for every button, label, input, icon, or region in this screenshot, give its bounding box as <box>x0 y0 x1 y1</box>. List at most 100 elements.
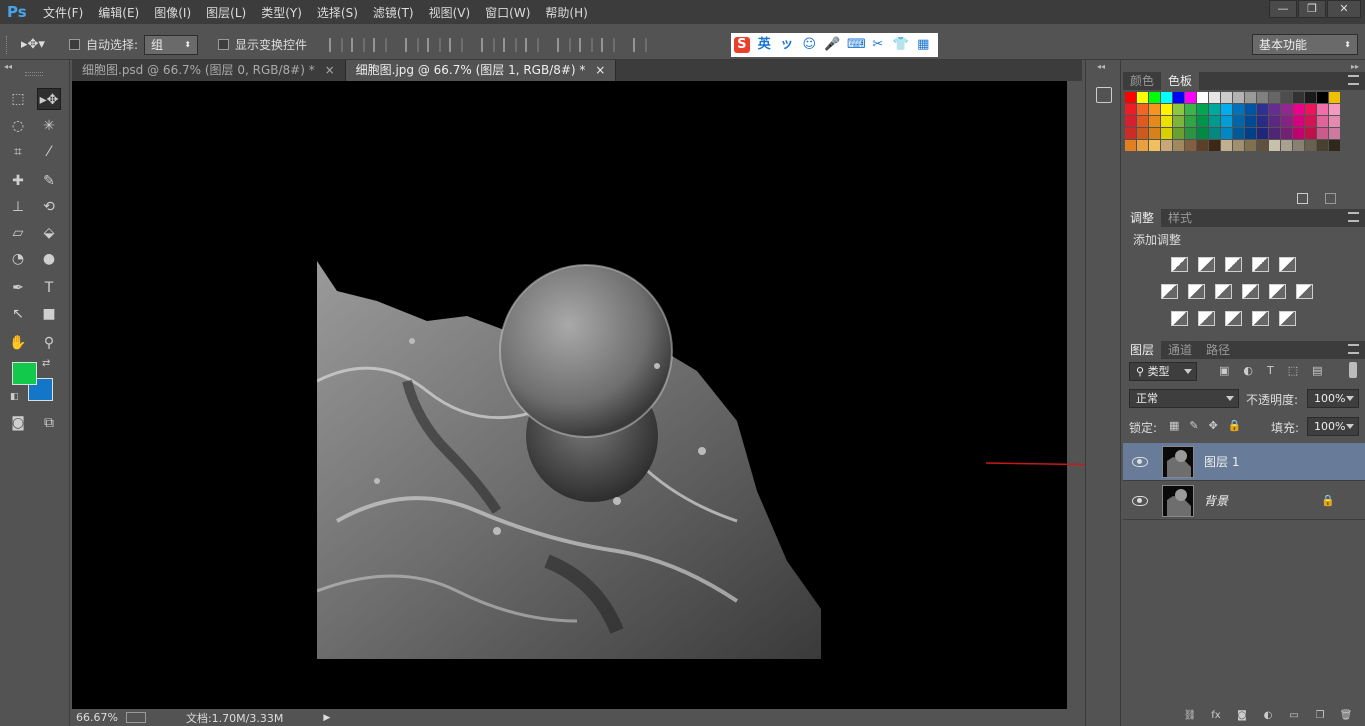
menu-window[interactable]: 窗口(W) <box>485 4 530 21</box>
swatch[interactable] <box>1173 128 1184 139</box>
clone-stamp-tool-icon[interactable]: ⊥ <box>6 196 30 218</box>
link-layers-icon[interactable]: ⛓ <box>1183 710 1197 722</box>
keyboard-icon[interactable]: ⌨ <box>847 37 866 53</box>
swatch[interactable] <box>1245 140 1256 151</box>
swatch[interactable] <box>1125 92 1136 103</box>
move-tool-preset-icon[interactable]: ▸✥▾ <box>21 37 53 52</box>
swatch[interactable] <box>1173 116 1184 127</box>
swatch[interactable] <box>1125 116 1136 127</box>
swatch[interactable] <box>1305 140 1316 151</box>
new-group-icon[interactable]: ▭ <box>1287 710 1301 722</box>
auto-select-checkbox[interactable] <box>69 39 80 50</box>
move-tool-icon[interactable]: ▸✥ <box>37 88 61 110</box>
swatch[interactable] <box>1125 104 1136 115</box>
tools-icon[interactable]: ✂ <box>870 37 886 53</box>
swatch[interactable] <box>1185 92 1196 103</box>
paint-bucket-tool-icon[interactable]: ⬙ <box>37 222 61 244</box>
menu-layer[interactable]: 图层(L) <box>206 4 246 21</box>
swatch[interactable] <box>1137 104 1148 115</box>
selective-color-icon[interactable] <box>1252 311 1269 326</box>
menu-edit[interactable]: 编辑(E) <box>98 4 139 21</box>
tab-channels[interactable]: 通道 <box>1161 341 1199 359</box>
blend-mode-dropdown[interactable]: 正常 <box>1129 389 1239 408</box>
swatch[interactable] <box>1221 128 1232 139</box>
swatch[interactable] <box>1125 140 1136 151</box>
swatch[interactable] <box>1317 92 1328 103</box>
swatch[interactable] <box>1149 116 1160 127</box>
close-button[interactable]: ✕ <box>1327 0 1361 18</box>
swatch[interactable] <box>1173 104 1184 115</box>
tab-layers[interactable]: 图层 <box>1123 341 1162 359</box>
status-preview-icon[interactable] <box>125 712 146 723</box>
swatch[interactable] <box>1269 128 1280 139</box>
swatch[interactable] <box>1233 140 1244 151</box>
crop-tool-icon[interactable]: ⌗ <box>6 141 30 163</box>
swatch[interactable] <box>1149 140 1160 151</box>
panel-menu-icon[interactable] <box>1348 344 1359 354</box>
healing-brush-tool-icon[interactable]: ✚ <box>6 170 30 192</box>
tools-collapse-icon[interactable]: ◂◂ <box>4 62 12 71</box>
swatch[interactable] <box>1257 92 1268 103</box>
eyedropper-tool-icon[interactable]: ⁄ <box>37 141 61 163</box>
threshold-icon[interactable] <box>1225 311 1242 326</box>
swatch[interactable] <box>1137 92 1148 103</box>
swatch[interactable] <box>1293 140 1304 151</box>
swatch[interactable] <box>1161 140 1172 151</box>
dodge-tool-icon[interactable]: ● <box>37 248 61 270</box>
swatch[interactable] <box>1173 140 1184 151</box>
swatch[interactable] <box>1233 104 1244 115</box>
tab-color[interactable]: 颜色 <box>1123 72 1161 90</box>
swatch[interactable] <box>1197 128 1208 139</box>
zoom-tool-icon[interactable]: ⚲ <box>37 332 61 354</box>
emoji-icon[interactable]: ☺ <box>802 37 818 53</box>
distribute-bottom-icon[interactable] <box>525 37 540 52</box>
layer-style-icon[interactable]: fx <box>1209 710 1223 722</box>
align-hcenter-icon[interactable] <box>427 37 442 52</box>
align-right-icon[interactable] <box>449 37 464 52</box>
swatch[interactable] <box>1269 140 1280 151</box>
swatch[interactable] <box>1305 92 1316 103</box>
swatch[interactable] <box>1257 104 1268 115</box>
restore-button[interactable]: ❐ <box>1298 0 1326 18</box>
swatch[interactable] <box>1305 128 1316 139</box>
lock-pixels-icon[interactable]: ✎ <box>1189 419 1198 432</box>
options-bar-grip[interactable] <box>6 35 9 54</box>
align-vcenter-icon[interactable] <box>351 37 366 52</box>
close-icon[interactable]: × <box>325 63 335 77</box>
swatch[interactable] <box>1269 116 1280 127</box>
swatch[interactable] <box>1233 116 1244 127</box>
visibility-eye-icon[interactable] <box>1132 495 1148 506</box>
swatch[interactable] <box>1317 104 1328 115</box>
swatch[interactable] <box>1257 140 1268 151</box>
microphone-icon[interactable]: 🎤 <box>824 37 840 53</box>
swatch[interactable] <box>1173 92 1184 103</box>
filter-shape-icon[interactable]: ⬚ <box>1288 364 1298 377</box>
swatch[interactable] <box>1209 116 1220 127</box>
auto-select-dropdown[interactable]: 组 ⬍ <box>144 34 199 55</box>
quick-mask-icon[interactable]: ◙ <box>6 412 30 434</box>
tab-paths[interactable]: 路径 <box>1199 341 1237 359</box>
swatch[interactable] <box>1137 116 1148 127</box>
default-colors-icon[interactable]: ◧ <box>10 392 19 402</box>
panel-menu-icon[interactable] <box>1348 75 1359 85</box>
auto-align-icon[interactable] <box>633 37 648 52</box>
new-swatch-icon[interactable] <box>1297 193 1308 204</box>
skin-icon[interactable]: 👕 <box>893 37 909 53</box>
layer-name[interactable]: 背景 <box>1204 492 1228 509</box>
swatch[interactable] <box>1125 128 1136 139</box>
swatch[interactable] <box>1281 116 1292 127</box>
swatch[interactable] <box>1197 116 1208 127</box>
swap-colors-icon[interactable]: ⇄ <box>42 358 50 369</box>
tab-swatches[interactable]: 色板 <box>1161 72 1200 90</box>
swatch[interactable] <box>1293 92 1304 103</box>
swatch[interactable] <box>1281 140 1292 151</box>
type-tool-icon[interactable]: T <box>37 277 61 299</box>
swatch[interactable] <box>1281 92 1292 103</box>
channel-mixer-icon[interactable] <box>1269 284 1286 299</box>
swatch[interactable] <box>1257 116 1268 127</box>
menu-view[interactable]: 视图(V) <box>429 4 471 21</box>
layer-row[interactable]: 背景 🔒 <box>1123 482 1365 520</box>
add-mask-icon[interactable]: ◙ <box>1235 710 1249 722</box>
lock-transparent-icon[interactable]: ▦ <box>1169 419 1179 432</box>
align-bottom-icon[interactable] <box>373 37 388 52</box>
